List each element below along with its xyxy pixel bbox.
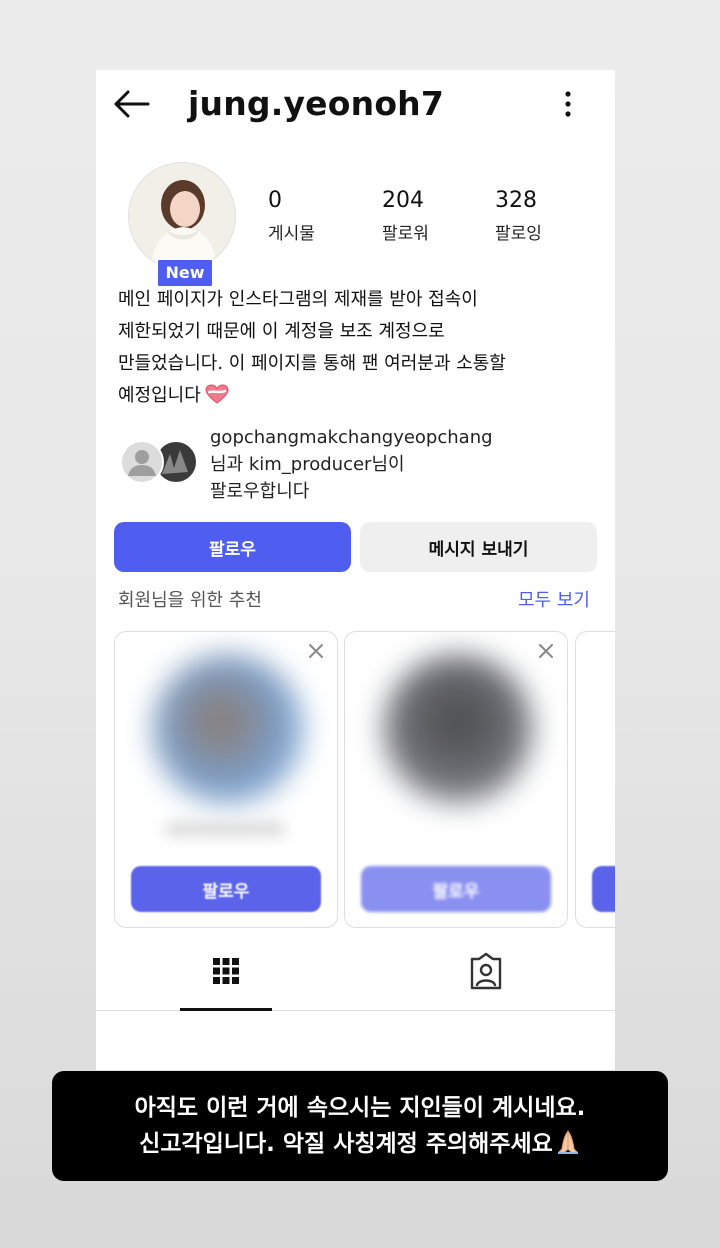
profile-bio: 메인 페이지가 인스타그램의 제재를 받아 접속이 제한되었기 때문에 이 계정… [118,284,588,412]
stat-posts[interactable]: 0 게시물 [268,188,315,244]
more-options-icon[interactable] [554,88,582,120]
bio-line: 메인 페이지가 인스타그램의 제재를 받아 접속이 [118,289,478,310]
follow-button[interactable]: 팔로우 [114,522,351,572]
tagged-person-icon [470,952,502,990]
profile-screen: jung.yeonoh7 New 0 게시물 204 팔로워 328 팔로잉 메… [96,70,615,1070]
tab-posts-grid[interactable] [180,938,272,1011]
mutual-line: 팔로우합니다 [210,481,310,502]
caption-line-2-wrap: 신고각입니다. 악질 사칭계정 주의해주세요 [139,1126,581,1162]
bio-line: 제한되었기 때문에 이 계정을 보조 계정으로 [118,321,445,342]
praying-hands-emoji-icon [555,1129,581,1155]
profile-username: jung.yeonoh7 [188,84,445,123]
bio-line-last: 예정입니다 [118,380,588,412]
mutual-line: gopchangmakchangyeopchang [210,427,493,448]
back-arrow-icon[interactable] [112,86,152,122]
suggestion-card-partial[interactable] [575,631,615,928]
heart-emoji-icon [205,383,229,404]
suggestion-follow-button[interactable] [592,866,615,912]
stat-followers[interactable]: 204 팔로워 [382,188,429,244]
profile-tabs [96,938,615,1011]
mutual-line: 님과 kim_producer님이 [210,454,405,475]
stat-followers-label: 팔로워 [382,224,429,244]
suggestion-card[interactable]: 팔로우 [344,631,568,928]
tab-tagged[interactable] [441,938,531,1008]
stat-following-label: 팔로잉 [495,224,542,244]
suggestion-avatar [153,654,303,804]
bio-line: 예정입니다 [118,385,201,406]
stat-posts-label: 게시물 [268,224,315,244]
suggestion-follow-button[interactable]: 팔로우 [131,866,321,912]
stat-followers-value: 204 [382,188,424,213]
stat-posts-value: 0 [268,188,282,213]
caption-line-2: 신고각입니다. 악질 사칭계정 주의해주세요 [139,1131,553,1157]
grid-icon [213,958,239,984]
suggestion-name-blurred [165,822,285,836]
close-icon[interactable] [535,640,557,662]
close-icon[interactable] [305,640,327,662]
bio-line: 만들었습니다. 이 페이지를 통해 팬 여러분과 소통할 [118,353,506,374]
suggestion-card[interactable]: 팔로우 [114,631,338,928]
stat-following-value: 328 [495,188,537,213]
mutual-followers-avatars[interactable] [118,438,198,486]
suggestion-follow-button[interactable]: 팔로우 [361,866,551,912]
top-bar: jung.yeonoh7 [96,70,615,136]
avatar [128,162,236,270]
stat-following[interactable]: 328 팔로잉 [495,188,542,244]
profile-avatar[interactable] [128,162,236,270]
story-caption: 아직도 이런 거에 속으시는 지인들이 계시네요. 신고각입니다. 악질 사칭계… [52,1071,668,1181]
caption-line-1: 아직도 이런 거에 속으시는 지인들이 계시네요. [134,1095,586,1121]
message-button[interactable]: 메시지 보내기 [360,522,597,572]
suggestion-avatar [383,654,533,804]
see-all-link[interactable]: 모두 보기 [518,586,590,612]
suggestions-label: 회원님을 위한 추천 [118,590,262,611]
mutual-followers-text[interactable]: gopchangmakchangyeopchang 님과 kim_produce… [210,424,600,505]
